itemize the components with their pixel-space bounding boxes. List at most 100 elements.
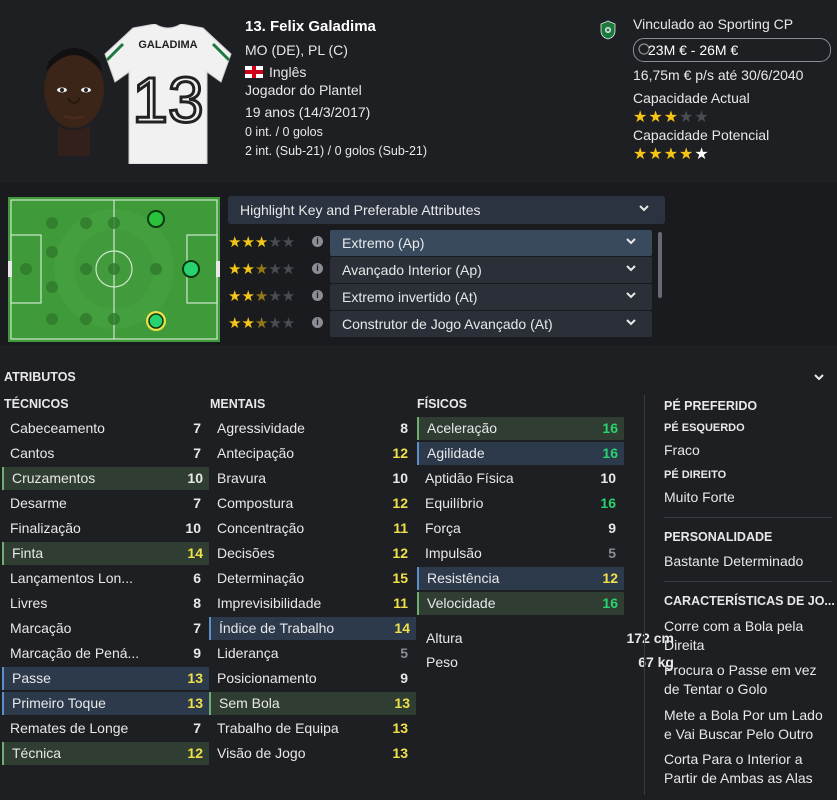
attribute-value: 13 <box>394 695 410 711</box>
attribute-row[interactable]: Agilidade 16 <box>417 442 624 465</box>
attribute-row[interactable]: Marcação de Pená... 9 <box>2 642 207 665</box>
player-nationality-row: Inglês <box>245 64 306 80</box>
attribute-row[interactable]: Aptidão Física 10 <box>417 467 622 490</box>
attribute-row[interactable]: Decisões 12 <box>209 542 414 565</box>
shirt-number-text: 13 <box>132 64 203 136</box>
info-icon[interactable]: i <box>312 317 323 328</box>
attributes-header[interactable]: ATRIBUTOS <box>0 366 837 388</box>
attribute-row[interactable]: Livres 8 <box>2 592 207 615</box>
current-ability-stars: ★★★★★ <box>633 109 710 126</box>
attribute-name: Cantos <box>10 445 55 461</box>
attribute-row[interactable]: Bravura 10 <box>209 467 414 490</box>
attribute-name: Velocidade <box>427 595 496 611</box>
info-icon[interactable]: i <box>312 290 323 301</box>
attribute-value: 8 <box>400 420 408 436</box>
traits-title[interactable]: CARACTERÍSTICAS DE JO... <box>664 594 835 608</box>
highlight-dropdown[interactable]: Highlight Key and Preferable Attributes <box>228 196 665 224</box>
role-row[interactable]: ★★★★★ i Extremo invertido (At) <box>226 284 656 310</box>
attribute-value: 10 <box>187 470 203 486</box>
attribute-name: Sem Bola <box>219 695 280 711</box>
attribute-row[interactable]: Índice de Trabalho 14 <box>209 617 416 640</box>
attribute-row[interactable]: Agressividade 8 <box>209 417 414 440</box>
contract-club[interactable]: Vinculado ao Sporting CP <box>633 16 793 32</box>
attribute-row[interactable]: Compostura 12 <box>209 492 414 515</box>
attribute-row[interactable]: Antecipação 12 <box>209 442 414 465</box>
chevron-down-icon[interactable] <box>813 371 825 383</box>
attribute-row[interactable]: Impulsão 5 <box>417 542 622 565</box>
attribute-row[interactable]: Lançamentos Lon... 6 <box>2 567 207 590</box>
roles-scrollbar[interactable] <box>658 232 662 298</box>
highlight-label: Highlight Key and Preferable Attributes <box>240 202 481 218</box>
attribute-row[interactable]: Primeiro Toque 13 <box>2 692 209 715</box>
england-flag-icon <box>245 66 263 78</box>
attribute-row[interactable]: Finta 14 <box>2 542 209 565</box>
transfer-value-box[interactable]: 23M € - 26M € <box>633 38 831 62</box>
player-nationality: Inglês <box>269 64 307 80</box>
player-positions: MO (DE), PL (C) <box>245 42 348 58</box>
potential-ability-stars: ★★★★★ <box>633 146 710 163</box>
attribute-row[interactable]: Posicionamento 9 <box>209 667 414 690</box>
attribute-row[interactable]: Cantos 7 <box>2 442 207 465</box>
attribute-value: 5 <box>608 545 616 561</box>
attribute-name: Lançamentos Lon... <box>10 570 133 586</box>
attribute-name: Posicionamento <box>217 670 317 686</box>
attribute-name: Finalização <box>10 520 81 536</box>
personality-value: Bastante Determinado <box>664 553 804 569</box>
attribute-row[interactable]: Passe 13 <box>2 667 209 690</box>
attribute-row[interactable]: Resistência 12 <box>417 567 624 590</box>
attribute-value: 7 <box>193 495 201 511</box>
attribute-row[interactable]: Sem Bola 13 <box>209 692 416 715</box>
attribute-value: 16 <box>602 595 618 611</box>
chevron-down-icon <box>626 238 636 245</box>
height-value: 172 cm <box>626 630 674 646</box>
info-icon[interactable]: i <box>312 263 323 274</box>
attribute-value: 11 <box>393 520 408 536</box>
attribute-row[interactable]: Visão de Jogo 13 <box>209 742 414 765</box>
attribute-value: 9 <box>608 520 616 536</box>
attribute-row[interactable]: Cabeceamento 7 <box>2 417 207 440</box>
height-row: Altura 172 cm <box>426 630 674 646</box>
role-row[interactable]: ★★★★★ i Construtor de Jogo Avançado (At) <box>226 311 656 337</box>
attribute-value: 13 <box>187 670 203 686</box>
info-icon[interactable]: i <box>312 236 323 247</box>
attribute-row[interactable]: Aceleração 16 <box>417 417 624 440</box>
attribute-row[interactable]: Remates de Longe 7 <box>2 717 207 740</box>
attribute-name: Liderança <box>217 645 279 661</box>
left-foot-value: Fraco <box>664 442 700 458</box>
attribute-row[interactable]: Cruzamentos 10 <box>2 467 209 490</box>
attribute-row[interactable]: Técnica 12 <box>2 742 209 765</box>
role-label: Extremo invertido (At) <box>342 289 478 305</box>
squad-status: Jogador do Plantel <box>245 82 362 98</box>
attribute-row[interactable]: Concentração 11 <box>209 517 414 540</box>
attribute-row[interactable]: Velocidade 16 <box>417 592 624 615</box>
attribute-row[interactable]: Equilíbrio 16 <box>417 492 622 515</box>
attribute-name: Cruzamentos <box>12 470 96 486</box>
attribute-name: Índice de Trabalho <box>219 620 335 636</box>
role-row[interactable]: ★★★★★ i Avançado Interior (Ap) <box>226 257 656 283</box>
trait-item: Procura o Passe em vez de Tentar o Golo <box>664 662 817 697</box>
attribute-row[interactable]: Marcação 7 <box>2 617 207 640</box>
attribute-row[interactable]: Finalização 10 <box>2 517 207 540</box>
attribute-value: 7 <box>193 620 201 636</box>
role-row[interactable]: ★★★★★ i Extremo (Ap) <box>226 230 656 256</box>
attribute-row[interactable]: Trabalho de Equipa 13 <box>209 717 414 740</box>
current-ability-label: Capacidade Actual <box>633 90 750 106</box>
right-foot-label: PÉ DIREITO <box>664 469 727 481</box>
attribute-row[interactable]: Determinação 15 <box>209 567 414 590</box>
role-stars: ★★★★★ <box>228 234 296 251</box>
role-label: Extremo (Ap) <box>342 235 425 251</box>
role-dropdown[interactable]: Extremo invertido (At) <box>330 284 652 310</box>
attribute-name: Equilíbrio <box>425 495 484 511</box>
attribute-row[interactable]: Força 9 <box>417 517 622 540</box>
attribute-row[interactable]: Imprevisibilidade 11 <box>209 592 414 615</box>
role-dropdown[interactable]: Extremo (Ap) <box>330 230 652 256</box>
role-dropdown[interactable]: Avançado Interior (Ap) <box>330 257 652 283</box>
attribute-name: Impulsão <box>425 545 482 561</box>
attribute-value: 14 <box>187 545 203 561</box>
mentais-title: MENTAIS <box>210 397 266 411</box>
position-pitch[interactable] <box>8 197 220 342</box>
role-dropdown[interactable]: Construtor de Jogo Avançado (At) <box>330 311 652 337</box>
attribute-row[interactable]: Desarme 7 <box>2 492 207 515</box>
attribute-row[interactable]: Liderança 5 <box>209 642 414 665</box>
club-badge-icon[interactable] <box>600 20 616 40</box>
